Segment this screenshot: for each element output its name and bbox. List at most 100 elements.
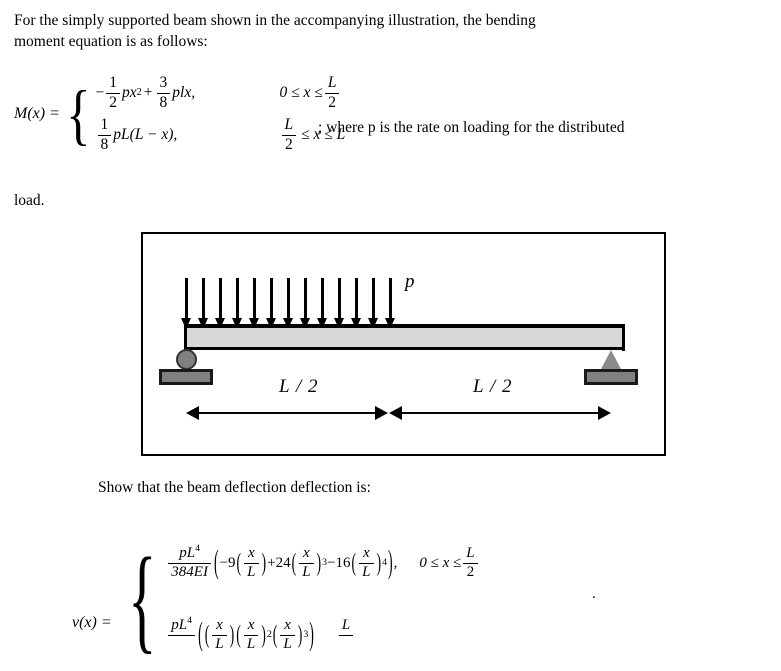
deflection-b1-cond-fraction: L 2 bbox=[463, 545, 478, 581]
moment-b1-plus: + bbox=[143, 84, 153, 101]
moment-b1-cond-lower: 0 ≤ x ≤ bbox=[279, 84, 323, 101]
deflection-branch-2-condition: L bbox=[315, 617, 355, 653]
moment-equation: M(x) = { − 1 2 px 2 + 3 8 plx, 0 ≤ x ≤ L… bbox=[14, 72, 345, 156]
deflection-branch-2: pL4 ( ( x L ) ( x L ) 2 ( x L) 3) L bbox=[166, 599, 479, 671]
deflection-b2-frac-denominator bbox=[168, 636, 195, 653]
dimension-label-right: L / 2 bbox=[473, 376, 513, 397]
deflection-branches: pL4 384EI ( −9 ( x L ) +24 ( x L )3 −16 bbox=[166, 527, 479, 671]
open-paren-2: ( bbox=[291, 548, 297, 576]
load-arrow bbox=[300, 278, 310, 329]
beam-bar bbox=[184, 324, 625, 348]
moment-b1-coef2-numerator: 3 bbox=[156, 74, 171, 94]
intro-paragraph-line2: moment equation is as follows: bbox=[14, 31, 208, 52]
intro-text-line2: moment equation is as follows: bbox=[14, 33, 208, 50]
moment-b2-coef-denominator: 8 bbox=[100, 135, 109, 153]
pin-support-base bbox=[584, 369, 638, 385]
moment-b1-cond-numerator: L bbox=[324, 74, 340, 94]
intro-paragraph-line1: For the simply supported beam shown in t… bbox=[14, 10, 536, 31]
deflection-b1-coef2: +24 bbox=[267, 554, 291, 571]
deflection-branch-1-expression: pL4 384EI ( −9 ( x L ) +24 ( x L )3 −16 bbox=[166, 542, 397, 581]
moment-b1-cond-denominator: 2 bbox=[328, 93, 336, 111]
deflection-b2-cond-numerator: L bbox=[338, 617, 354, 636]
moment-b1-coefficient2: 3 8 bbox=[156, 74, 171, 111]
open-paren-3: ( bbox=[272, 620, 278, 648]
deflection-b2-ratio1: x L bbox=[212, 617, 227, 653]
arrow-head-left-icon bbox=[186, 406, 199, 420]
dimension-arrow-right bbox=[389, 406, 611, 420]
deflection-b1-ratio1: x L bbox=[244, 545, 259, 581]
moment-branch-1-condition: 0 ≤ x ≤ L 2 bbox=[268, 74, 342, 111]
beam-bottom-edge bbox=[184, 347, 625, 350]
ratio-numerator: x bbox=[359, 545, 374, 564]
moment-b2-term: pL(L − x), bbox=[113, 126, 178, 143]
ratio-numerator: x bbox=[244, 545, 259, 564]
piecewise-brace-deflection: { bbox=[127, 533, 157, 665]
load-arrow bbox=[283, 278, 293, 329]
moment-b1-coef-denominator: 2 bbox=[109, 93, 118, 111]
load-arrow bbox=[368, 278, 378, 329]
open-paren-3: ( bbox=[351, 548, 357, 576]
deflection-b1-cond-numerator: L bbox=[463, 545, 478, 564]
close-paren-3: ) bbox=[376, 548, 382, 576]
where-clause-text: ; where p is the rate on loading for the… bbox=[318, 119, 625, 136]
where-clause: ; where p is the rate on loading for the… bbox=[318, 119, 624, 137]
show-that-text: Show that the beam deflection deflection… bbox=[98, 479, 371, 496]
beam-diagram-figure: p L / 2 L / 2 bbox=[141, 232, 666, 456]
deflection-b2-cond-denominator bbox=[339, 636, 353, 653]
deflection-b1-frac-denominator: 384EI bbox=[171, 563, 208, 580]
moment-b2-cond-fraction: L 2 bbox=[281, 116, 297, 153]
moment-b1-term2: plx, bbox=[172, 84, 196, 101]
load-arrow bbox=[317, 278, 327, 329]
moment-b1-coef2-denominator: 8 bbox=[159, 93, 168, 111]
close-paren-1: ) bbox=[229, 620, 235, 648]
deflection-b1-cond-denominator: 2 bbox=[466, 563, 475, 580]
show-that-line: Show that the beam deflection deflection… bbox=[98, 479, 371, 497]
load-arrow bbox=[334, 278, 344, 329]
open-paren-outer: ( bbox=[213, 544, 219, 580]
moment-branch-1: − 1 2 px 2 + 3 8 plx, 0 ≤ x ≤ L 2 bbox=[96, 72, 346, 114]
load-arrow bbox=[385, 278, 395, 329]
moment-b1-coef-numerator: 1 bbox=[106, 74, 121, 94]
deflection-b1-coef3: −16 bbox=[327, 554, 351, 571]
moment-branches: − 1 2 px 2 + 3 8 plx, 0 ≤ x ≤ L 2 1 8 pL… bbox=[96, 72, 346, 156]
deflection-b1-frac-numerator: pL4 bbox=[168, 542, 211, 564]
moment-b2-cond-denominator: 2 bbox=[284, 135, 293, 153]
moment-b2-cond-numerator: L bbox=[281, 116, 297, 136]
load-arrow bbox=[249, 278, 259, 329]
load-word: load. bbox=[14, 190, 45, 211]
piecewise-brace-moment: { bbox=[65, 75, 91, 152]
deflection-b2-frac-num-exponent: 4 bbox=[187, 614, 193, 626]
deflection-b1-frac-num-base: pL bbox=[179, 544, 196, 561]
moment-b2-coefficient: 1 8 bbox=[97, 116, 112, 153]
close-paren-outer: ) bbox=[309, 616, 314, 652]
deflection-b2-cond-fraction: L bbox=[338, 617, 354, 653]
deflection-b1-coef1: −9 bbox=[219, 554, 236, 571]
deflection-b1-cond-lower: 0 ≤ x ≤ bbox=[419, 554, 462, 571]
dimension-label-left: L / 2 bbox=[279, 376, 319, 397]
ratio-numerator: x bbox=[243, 617, 259, 636]
load-arrow bbox=[198, 278, 208, 329]
open-paren-2: ( bbox=[236, 620, 241, 648]
deflection-equation: v(x) = { pL4 384EI ( −9 ( x L ) +24 ( x bbox=[72, 527, 480, 671]
moment-branch-2-expression: 1 8 pL(L − x), bbox=[96, 116, 268, 153]
ratio-numerator: x bbox=[280, 617, 295, 636]
deflection-b2-frac-num-base: pL bbox=[171, 616, 188, 633]
roller-support-base bbox=[159, 369, 213, 385]
intro-text-line1: For the simply supported beam shown in t… bbox=[14, 12, 536, 29]
close-paren-1: ) bbox=[261, 548, 267, 576]
close-paren-2: ) bbox=[261, 620, 266, 648]
ratio-denominator: L bbox=[302, 563, 311, 580]
beam-right-edge bbox=[622, 324, 625, 351]
deflection-branch-1: pL4 384EI ( −9 ( x L ) +24 ( x L )3 −16 bbox=[166, 527, 479, 599]
moment-branch-1-expression: − 1 2 px 2 + 3 8 plx, bbox=[95, 74, 196, 111]
moment-equation-lhs: M(x) = bbox=[14, 105, 60, 122]
ratio-denominator: L bbox=[246, 635, 256, 652]
roller-support-circle-icon bbox=[176, 349, 197, 370]
arrow-head-right-icon bbox=[375, 406, 388, 420]
dimension-arrow-left bbox=[186, 406, 388, 420]
deflection-branch-2-expression: pL4 ( ( x L ) ( x L ) 2 ( x L) 3) bbox=[166, 614, 315, 653]
load-word-text: load. bbox=[14, 192, 45, 209]
deflection-b1-frac-num-exponent: 4 bbox=[195, 542, 201, 554]
deflection-b2-ratio3: x L bbox=[280, 617, 295, 653]
load-arrow bbox=[215, 278, 225, 329]
